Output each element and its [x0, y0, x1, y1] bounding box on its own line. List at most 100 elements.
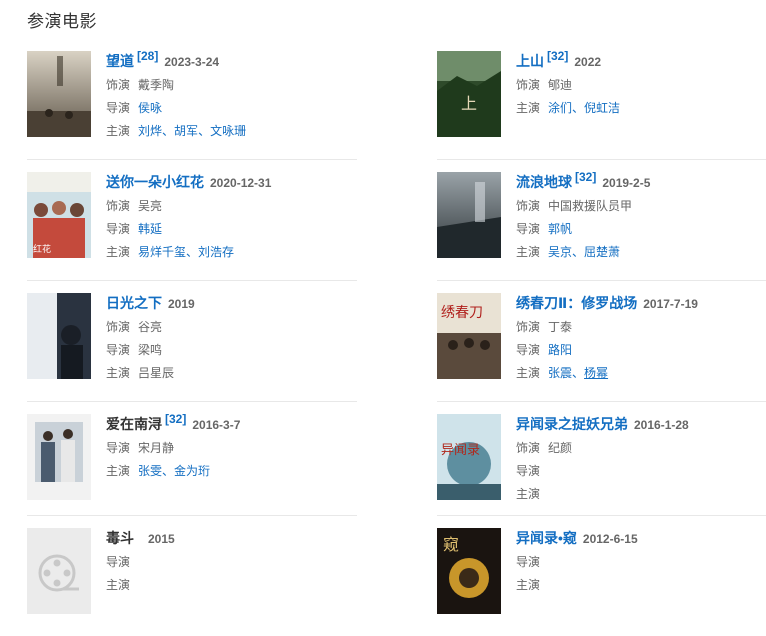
director-label: 导演	[516, 555, 541, 569]
movie-poster[interactable]	[27, 414, 91, 500]
movie-poster[interactable]: 异闻录	[437, 414, 501, 500]
reference-badge[interactable]: [32]	[547, 49, 568, 63]
role-value: 中国救援队员甲	[548, 199, 633, 213]
movie-title-link[interactable]: 上山	[516, 53, 544, 69]
cast-label: 主演	[516, 487, 541, 501]
cast-label: 主演	[106, 124, 131, 138]
svg-text:绣春刀: 绣春刀	[441, 305, 483, 321]
cast-link[interactable]: 屈楚萧	[584, 245, 620, 259]
role-value: 丁泰	[548, 320, 573, 334]
movie-title-link[interactable]: 望道	[106, 53, 134, 69]
row-divider	[27, 159, 357, 160]
cast-link[interactable]: 金为珩	[174, 464, 210, 478]
director-label: 导演	[106, 555, 131, 569]
director-label: 导演	[106, 222, 131, 236]
movie-title-link[interactable]: 日光之下	[106, 295, 162, 311]
movie-title-link[interactable]: 绣春刀Ⅱ：修罗战场	[516, 295, 637, 311]
cast-label: 主演	[516, 366, 541, 380]
release-date: 2023-3-24	[164, 55, 220, 69]
row-divider	[27, 401, 357, 402]
movie-card[interactable]: 爱在南浔 [32] 2016-3-7 导演 宋月静 主演 张雯、金为珩	[27, 412, 357, 522]
cast-label: 主演	[106, 245, 131, 259]
reference-badge[interactable]: [32]	[165, 412, 186, 426]
release-date: 2019-2-5	[602, 176, 651, 190]
row-divider	[437, 401, 766, 402]
cast-link[interactable]: 张震	[548, 366, 572, 380]
cast-value: 吕星辰	[138, 366, 175, 380]
movie-title-link[interactable]: 异闻录•窥	[516, 530, 577, 546]
movie-card[interactable]: 流浪地球 [32] 2019-2-5 饰演 中国救援队员甲 导演 郭帆 主演 吴京、屈楚萧	[437, 170, 766, 280]
movie-card[interactable]: 窥 异闻录•窥 2012-6-15 导演 主演	[437, 528, 766, 636]
director-value: 梁鸣	[138, 343, 163, 357]
cast-link[interactable]: 涂们	[548, 101, 572, 115]
release-date: 2015	[148, 532, 175, 546]
role-label: 饰演	[516, 441, 541, 455]
release-date: 2017-7-19	[643, 297, 698, 311]
cast-link[interactable]: 易烊千玺	[138, 245, 186, 259]
role-label: 饰演	[106, 199, 131, 213]
movie-card[interactable]: 绣春刀 绣春刀Ⅱ：修罗战场 2017-7-19 饰演 丁泰 导演 路阳 主演 张震、杨幂	[437, 293, 766, 401]
role-label: 饰演	[516, 320, 541, 334]
row-divider	[27, 515, 357, 516]
reference-badge[interactable]: [28]	[137, 49, 158, 63]
movie-poster[interactable]: 上	[437, 51, 501, 137]
release-date: 2019	[168, 297, 195, 311]
role-value: 纪颜	[548, 441, 573, 455]
movie-poster[interactable]	[27, 51, 91, 137]
cast-label: 主演	[516, 578, 541, 592]
release-date: 2022	[574, 55, 602, 69]
cast-label: 主演	[106, 366, 131, 380]
cast-link[interactable]: 杨幂	[584, 366, 608, 380]
cast-link[interactable]: 胡军	[174, 124, 198, 138]
movie-card[interactable]: 望道 [28] 2023-3-24 饰演 戴季陶 导演 侯咏 主演 刘烨、胡军、文咏珊	[27, 49, 357, 159]
row-divider	[437, 280, 766, 281]
movie-title: 毒斗	[106, 530, 134, 546]
reference-badge[interactable]: [32]	[575, 170, 596, 184]
director-link[interactable]: 侯咏	[138, 101, 162, 115]
movie-poster[interactable]: 窥	[437, 528, 501, 614]
cast-label: 主演	[516, 245, 541, 259]
director-link[interactable]: 路阳	[548, 343, 572, 357]
movie-card[interactable]: 上 上山 [32] 2022 饰演 郇迪 主演 涂们、倪虹洁	[437, 49, 766, 159]
film-reel-icon	[27, 528, 91, 614]
director-label: 导演	[516, 343, 541, 357]
cast-label: 主演	[106, 464, 131, 478]
cast-link[interactable]: 倪虹洁	[584, 101, 620, 115]
release-date: 2012-6-15	[582, 532, 638, 546]
movie-grid: 望道 [28] 2023-3-24 饰演 戴季陶 导演 侯咏 主演 刘烨、胡军、文咏珊 上…	[27, 0, 766, 628]
movie-title: 爱在南浔	[106, 416, 162, 432]
svg-text:红花: 红花	[33, 243, 51, 255]
movie-card[interactable]: 红花 送你一朵小红花 2020-12-31 饰演 吴亮 导演 韩延 主演 易烊千玺、刘浩…	[27, 172, 357, 280]
role-value: 谷亮	[138, 320, 163, 334]
director-label: 导演	[516, 464, 541, 478]
svg-text:窥: 窥	[443, 535, 459, 554]
movie-card[interactable]: 毒斗 2015 导演 主演	[27, 528, 357, 636]
role-label: 饰演	[516, 78, 541, 92]
movie-poster[interactable]	[437, 172, 501, 258]
role-label: 饰演	[516, 199, 541, 213]
movie-card[interactable]: 异闻录 异闻录之捉妖兄弟 2016-1-28 饰演 纪颜 导演 主演	[437, 414, 766, 522]
cast-link[interactable]: 刘烨	[138, 124, 162, 138]
director-link[interactable]: 郭帆	[548, 222, 572, 236]
role-label: 饰演	[106, 320, 131, 334]
cast-link[interactable]: 刘浩存	[198, 245, 234, 259]
row-divider	[437, 159, 766, 160]
movie-poster[interactable]: 绣春刀	[437, 293, 501, 379]
role-value: 戴季陶	[138, 78, 175, 92]
movie-title-link[interactable]: 异闻录之捉妖兄弟	[516, 416, 628, 432]
movie-poster[interactable]	[27, 293, 91, 379]
movie-card[interactable]: 日光之下 2019 饰演 谷亮 导演 梁鸣 主演 吕星辰	[27, 293, 357, 401]
role-value: 郇迪	[548, 78, 573, 92]
director-value: 宋月静	[138, 441, 175, 455]
cast-link[interactable]: 文咏珊	[210, 124, 246, 138]
movie-poster[interactable]: 红花	[27, 172, 91, 258]
cast-link[interactable]: 吴京	[548, 245, 572, 259]
director-label: 导演	[516, 222, 541, 236]
director-label: 导演	[106, 101, 131, 115]
movie-title-link[interactable]: 送你一朵小红花	[106, 174, 204, 190]
release-date: 2016-3-7	[192, 418, 241, 432]
director-label: 导演	[106, 441, 131, 455]
movie-title-link[interactable]: 流浪地球	[516, 174, 572, 190]
director-link[interactable]: 韩延	[138, 222, 162, 236]
cast-link[interactable]: 张雯	[138, 464, 162, 478]
